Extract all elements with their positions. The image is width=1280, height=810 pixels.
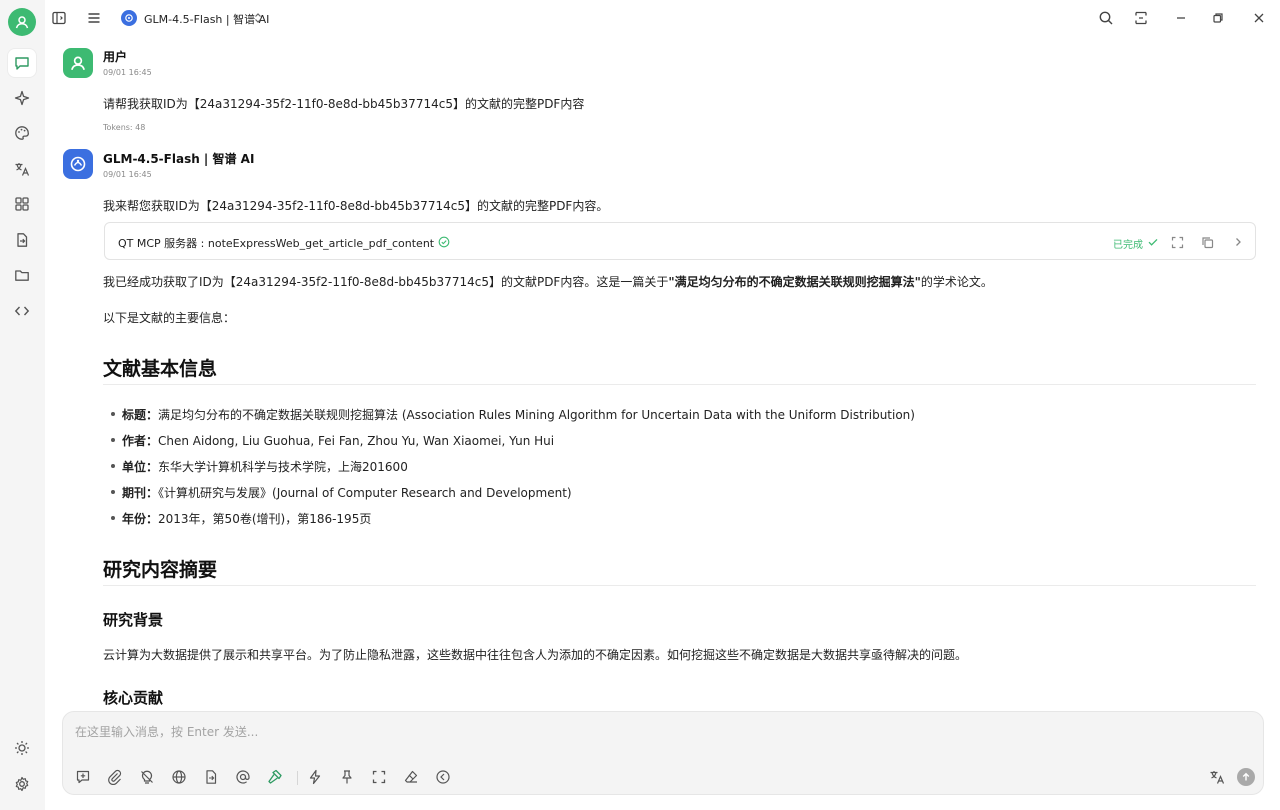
menu-icon[interactable] — [82, 7, 106, 29]
restore-icon[interactable] — [1206, 7, 1230, 29]
lightning-icon[interactable] — [305, 767, 325, 787]
bot-result-text: 我已经成功获取了ID为【24a31294-35f2-11f0-8e8d-bb45… — [103, 275, 993, 289]
title-bar: GLM-4.5-Flash | 智谱 AI — [45, 0, 1280, 36]
close-icon[interactable] — [1247, 7, 1271, 29]
chat-area: 用户 09/01 16:45 请帮我获取ID为【24a31294-35f2-11… — [45, 36, 1280, 810]
folder-icon[interactable] — [8, 261, 36, 289]
info-item-authors: 作者：Chen Aidong, Liu Guohua, Fei Fan, Zho… — [111, 432, 554, 449]
section-divider — [103, 585, 1256, 586]
subheading-background: 研究背景 — [103, 611, 164, 629]
back-circle-icon[interactable] — [433, 767, 453, 787]
verified-check-icon — [438, 236, 450, 248]
pin-icon[interactable] — [337, 767, 357, 787]
tool-call-title: QT MCP 服务器 : noteExpressWeb_get_article_… — [118, 237, 435, 250]
info-item-journal: 期刊：《计算机研究与发展》(Journal of Computer Resear… — [111, 484, 572, 501]
palette-icon[interactable] — [8, 119, 36, 147]
message-composer — [62, 711, 1264, 795]
tool-call-status: 已完成 — [1113, 240, 1143, 251]
user-message-text: 请帮我获取ID为【24a31294-35f2-11f0-8e8d-bb45b37… — [103, 97, 585, 111]
code-icon[interactable] — [8, 297, 36, 325]
app-window: GLM-4.5-Flash | 智谱 AI 用户 09/01 16:45 请帮我… — [0, 0, 1280, 810]
paper-title-bold: "满足均匀分布的不确定数据关联规则挖掘算法" — [668, 275, 921, 289]
translate-icon[interactable] — [1207, 767, 1227, 787]
section-heading-summary: 研究内容摘要 — [103, 559, 218, 581]
chevron-right-icon[interactable] — [1230, 234, 1246, 250]
send-arrow-icon — [1242, 772, 1250, 781]
attachment-icon[interactable] — [105, 767, 125, 787]
section-divider — [103, 384, 1256, 385]
fullscreen-icon[interactable] — [369, 767, 389, 787]
user-message-time: 09/01 16:45 — [103, 68, 152, 77]
globe-icon[interactable] — [169, 767, 189, 787]
user-message-tokens: Tokens: 48 — [103, 123, 146, 132]
at-mention-icon[interactable] — [233, 767, 253, 787]
expand-icon[interactable] — [1169, 234, 1185, 250]
document-transfer-icon[interactable] — [8, 226, 36, 254]
chevron-up-down-icon[interactable] — [253, 12, 263, 24]
left-rail — [0, 0, 45, 810]
file-icon[interactable] — [201, 767, 221, 787]
toolbar-separator — [297, 771, 298, 785]
no-lightbulb-icon[interactable] — [137, 767, 157, 787]
background-text: 云计算为大数据提供了展示和共享平台。为了防止隐私泄露，这些数据中往往包含人为添加… — [103, 648, 968, 662]
user-avatar-icon[interactable] — [8, 8, 36, 36]
settings-gear-icon[interactable] — [8, 770, 36, 798]
sidebar-toggle-icon[interactable] — [47, 7, 71, 29]
split-view-icon[interactable] — [1129, 7, 1153, 29]
info-item-year: 年份：2013年，第50卷(增刊)，第186-195页 — [111, 510, 371, 527]
new-topic-icon[interactable] — [73, 767, 93, 787]
translate-icon[interactable] — [8, 155, 36, 183]
bot-message-avatar — [63, 149, 93, 179]
hammer-tool-icon[interactable] — [265, 767, 285, 787]
apps-grid-icon[interactable] — [8, 190, 36, 218]
bot-intro-text: 我来帮您获取ID为【24a31294-35f2-11f0-8e8d-bb45b3… — [103, 199, 609, 213]
copy-icon[interactable] — [1199, 234, 1215, 250]
model-selector[interactable]: GLM-4.5-Flash | 智谱 AI — [144, 11, 269, 27]
sparkle-icon[interactable] — [8, 84, 36, 112]
bot-sender-name: GLM-4.5-Flash | 智谱 AI — [103, 152, 255, 166]
tool-call-card[interactable]: QT MCP 服务器 : noteExpressWeb_get_article_… — [104, 222, 1256, 260]
section-heading-basic-info: 文献基本信息 — [103, 358, 218, 380]
user-message-avatar — [63, 48, 93, 78]
bot-message-time: 09/01 16:45 — [103, 170, 152, 179]
subheading-contribution: 核心贡献 — [103, 689, 164, 707]
sun-icon[interactable] — [8, 734, 36, 762]
eraser-icon[interactable] — [401, 767, 421, 787]
check-icon — [1145, 234, 1161, 250]
bot-lead-text: 以下是文献的主要信息： — [103, 311, 236, 325]
search-icon[interactable] — [1094, 7, 1118, 29]
info-item-affiliation: 单位：东华大学计算机科学与技术学院，上海201600 — [111, 458, 408, 475]
message-input[interactable] — [75, 725, 875, 739]
minimize-icon[interactable] — [1169, 7, 1193, 29]
chat-icon[interactable] — [8, 49, 36, 77]
user-sender-name: 用户 — [103, 50, 128, 64]
model-logo-icon — [121, 10, 137, 26]
send-button[interactable] — [1237, 768, 1255, 786]
info-item-title: 标题：满足均匀分布的不确定数据关联规则挖掘算法 (Association Rul… — [111, 406, 915, 423]
